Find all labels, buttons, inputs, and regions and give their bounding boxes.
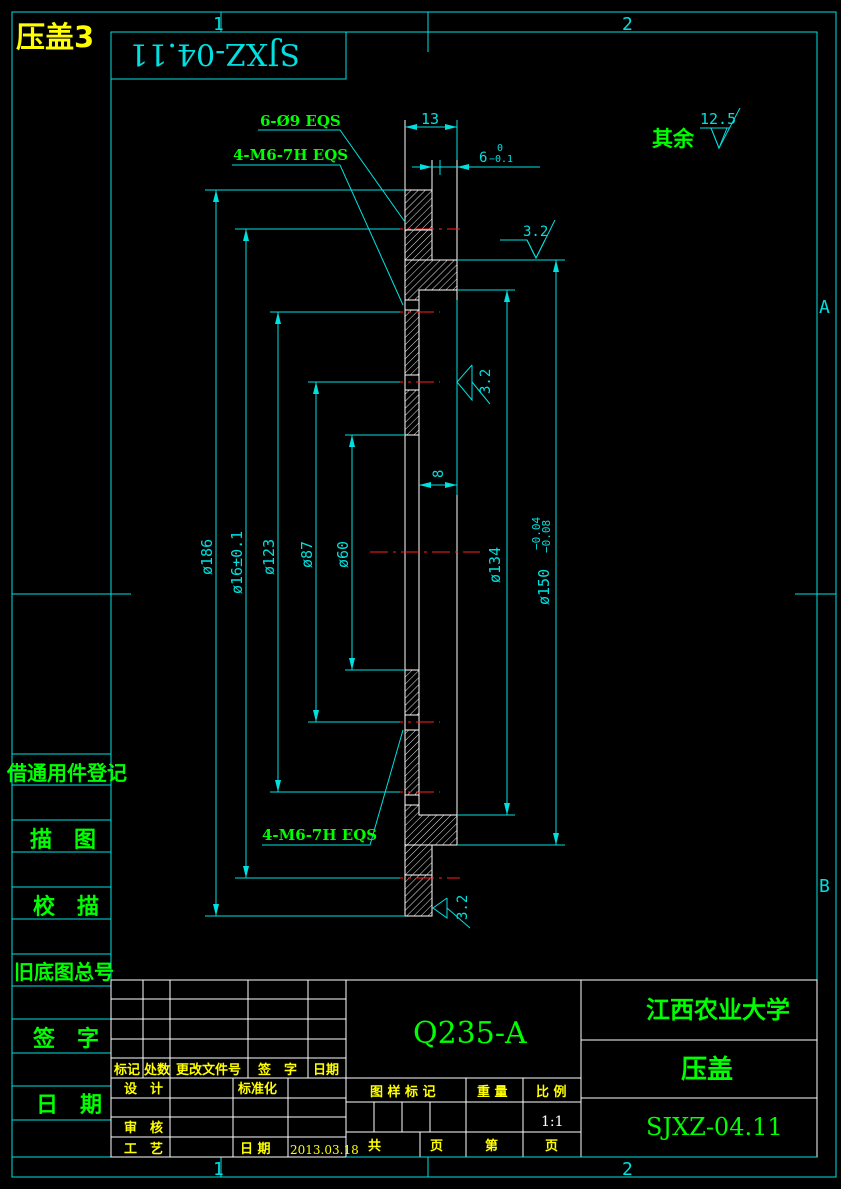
designer-label: 设 计 xyxy=(124,1081,163,1097)
side-label-check-trace: 校 描 xyxy=(33,894,99,920)
page-label: 页 xyxy=(545,1139,558,1154)
zone-top-1: 1 xyxy=(213,14,224,35)
dim-width-13: 13 xyxy=(421,110,439,128)
engineering-drawing: 1 2 1 2 A B 压盖3 SJXZ-04.11 13 6 0 −0.1 8… xyxy=(6,11,837,1180)
section-bot-web-1 xyxy=(404,669,420,716)
dim-width-6: 6 xyxy=(479,150,487,166)
leader-holes-6 xyxy=(258,129,406,223)
section-bot-step xyxy=(404,804,458,846)
part-name: 压盖 xyxy=(681,1054,733,1085)
side-label-sign: 签 字 xyxy=(32,1026,99,1052)
sheets-label: 页 xyxy=(430,1139,443,1154)
side-label-old-number: 旧底图总号 xyxy=(14,960,114,984)
dim-d134: ø134 xyxy=(486,547,504,583)
roughness-rest-label: 其余 xyxy=(652,127,695,151)
leader-threads-top xyxy=(232,164,404,306)
material: Q235-A xyxy=(413,1016,527,1051)
roughness-top: 3.2 xyxy=(523,224,548,240)
dim-d150: ø150 xyxy=(535,569,553,605)
section-top-web-1 xyxy=(404,309,420,376)
section-bot-flange-2 xyxy=(404,874,433,917)
date-label: 日 期 xyxy=(240,1142,271,1157)
dim-d60: ø60 xyxy=(334,541,352,568)
side-label-trace: 描 图 xyxy=(30,828,96,853)
dim-width-6-tol-low: −0.1 xyxy=(489,154,513,165)
total-label: 共 xyxy=(368,1138,381,1154)
roughness-mid: 3.2 xyxy=(478,369,494,394)
callout-threads-bottom: 4-M6-7H EQS xyxy=(262,826,377,844)
stage-label: 图 样 标 记 xyxy=(370,1084,436,1100)
rev-header-file: 更改文件号 xyxy=(176,1062,241,1078)
rev-header-mark: 标记 xyxy=(113,1062,140,1078)
section-bot-flange xyxy=(404,844,433,876)
sheet-title: 压盖3 xyxy=(16,20,94,54)
reviewer-label: 审 核 xyxy=(124,1120,163,1136)
dim-d160: ø16±0.1 xyxy=(228,531,246,594)
process-label: 工 艺 xyxy=(124,1141,163,1157)
sheet-label: 第 xyxy=(485,1138,498,1154)
dim-gap-8: 8 xyxy=(431,470,447,478)
rev-header-date: 日期 xyxy=(313,1063,339,1078)
dim-d150-tol-low: −0.08 xyxy=(540,520,553,553)
part-view: 13 6 0 −0.1 8 ø186 ø16±0.1 ø123 ø87 ø60 … xyxy=(198,107,741,929)
weight-label: 重 量 xyxy=(477,1084,508,1100)
zone-bottom-1: 1 xyxy=(213,1159,224,1180)
callout-threads-top: 4-M6-7H EQS xyxy=(233,146,348,164)
rev-header-sign: 签 字 xyxy=(257,1062,297,1078)
zone-bottom-2: 2 xyxy=(622,1159,633,1180)
section-top-step xyxy=(404,259,458,301)
section-top-flange-2 xyxy=(404,229,433,261)
drawing-number: SJXZ-04.11 xyxy=(646,1113,783,1141)
mirror-code: SJXZ-04.11 xyxy=(129,36,300,71)
school-name: 江西农业大学 xyxy=(646,996,790,1024)
dim-d186: ø186 xyxy=(198,539,216,575)
side-label-date: 日 期 xyxy=(36,1093,102,1118)
dim-width-6-tol-up: 0 xyxy=(497,143,503,154)
dim-d87: ø87 xyxy=(298,541,316,568)
side-label-borrow: 借通用件登记 xyxy=(6,761,127,785)
dim-d123: ø123 xyxy=(260,539,278,575)
callout-holes-6: 6-Ø9 EQS xyxy=(260,112,341,130)
scale-value: 1:1 xyxy=(541,1114,564,1130)
zone-right-b: B xyxy=(819,876,830,897)
section-top-web-2 xyxy=(404,389,420,436)
roughness-bottom: 3.2 xyxy=(455,895,471,920)
roughness-rest-value: 12.5 xyxy=(700,110,736,128)
standardization-label: 标准化 xyxy=(237,1081,277,1097)
scale-label: 比 例 xyxy=(536,1084,567,1100)
section-bot-web-2 xyxy=(404,729,420,796)
rev-header-count: 处数 xyxy=(143,1062,171,1078)
zone-top-2: 2 xyxy=(622,14,633,35)
zone-right-a: A xyxy=(819,297,830,318)
date-value: 2013.03.18 xyxy=(290,1143,359,1157)
section-top-flange xyxy=(404,189,433,231)
